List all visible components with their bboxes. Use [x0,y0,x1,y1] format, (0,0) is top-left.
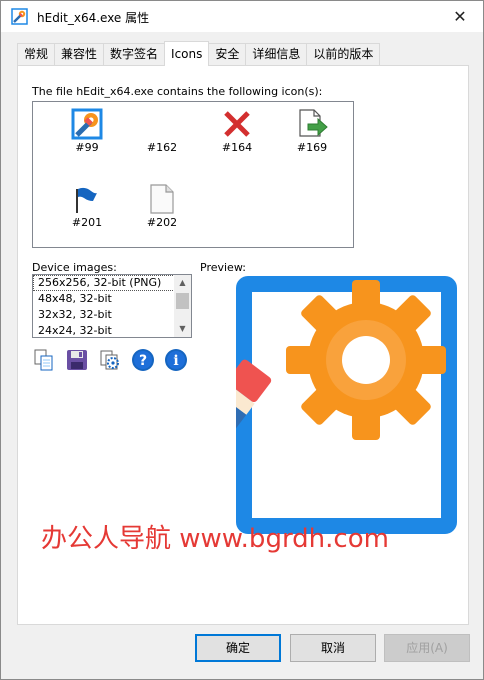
list-item[interactable]: 24x24, 32-bit [33,323,191,337]
close-icon: ✕ [453,7,467,26]
help-icon[interactable]: ? [131,348,155,372]
settings-copy-icon[interactable] [98,348,122,372]
icon-item-164[interactable]: #164 [201,104,259,164]
icon-label: #99 [75,141,99,154]
ok-button[interactable]: 确定 [195,634,281,662]
app-pencil-gear-icon [11,8,28,25]
list-item[interactable]: 48x48, 32-bit [33,291,191,307]
save-icon[interactable] [65,348,89,372]
icon-list[interactable]: #99 #162 #164 #169 #201 #202 [32,101,354,248]
copy-icon[interactable] [32,348,56,372]
icon-item-169[interactable]: #169 [276,104,334,164]
device-images-list[interactable]: 256x256, 32-bit (PNG) 48x48, 32-bit 32x3… [32,274,192,338]
list-item[interactable]: 256x256, 32-bit (PNG) [33,275,191,291]
tab-previous-versions[interactable]: 以前的版本 [306,43,381,65]
device-images-label: Device images: [32,261,117,274]
icon-item-162[interactable]: #162 [126,104,184,164]
action-toolbar: ? i [32,348,197,374]
icon-label: #164 [221,141,253,154]
device-list-scrollbar[interactable]: ▲ ▼ [174,275,191,337]
icon-item-202[interactable]: #202 [126,179,184,239]
svg-text:i: i [173,353,178,369]
scroll-down-icon[interactable]: ▼ [174,321,191,337]
tab-compatibility[interactable]: 兼容性 [54,43,105,65]
document-arrow-icon [299,109,328,137]
tab-digital-signatures[interactable]: 数字签名 [103,43,166,65]
icon-label: #201 [71,216,103,229]
watermark-text: 办公人导航 www.bgrdh.com [41,524,389,554]
red-x-icon [224,111,250,137]
info-icon[interactable]: i [164,348,188,372]
apply-button[interactable]: 应用(A) [384,634,470,662]
file-icons-label: The file hEdit_x64.exe contains the foll… [32,85,323,98]
close-button[interactable]: ✕ [437,1,483,32]
tab-strip: 常规 兼容性 数字签名 Icons 安全 详细信息 以前的版本 [17,41,381,66]
icon-label: #162 [146,141,178,154]
scroll-up-icon[interactable]: ▲ [174,275,191,291]
tab-details[interactable]: 详细信息 [245,43,308,65]
scroll-thumb[interactable] [176,293,189,309]
tab-general[interactable]: 常规 [17,43,56,65]
icon-item-99[interactable]: #99 [51,104,109,164]
icon-label: #169 [296,141,328,154]
svg-text:?: ? [139,353,147,369]
cancel-button[interactable]: 取消 [290,634,376,662]
tab-icons[interactable]: Icons [164,41,210,66]
blank-icon [146,108,178,140]
list-item[interactable]: 32x32, 32-bit [33,307,191,323]
title-bar: hEdit_x64.exe 属性 ✕ [1,1,483,32]
icon-label: #202 [146,216,178,229]
properties-window: hEdit_x64.exe 属性 ✕ 常规 兼容性 数字签名 Icons 安全 … [0,0,484,680]
preview-pencil-gear-icon [236,276,457,534]
pencil-gear-icon [71,108,103,140]
tab-security[interactable]: 安全 [208,43,247,65]
window-title: hEdit_x64.exe 属性 [37,11,150,25]
flag-icon [76,187,97,213]
preview-label: Preview: [200,261,246,274]
blank-page-icon [150,184,174,214]
icon-item-201[interactable]: #201 [51,179,109,239]
